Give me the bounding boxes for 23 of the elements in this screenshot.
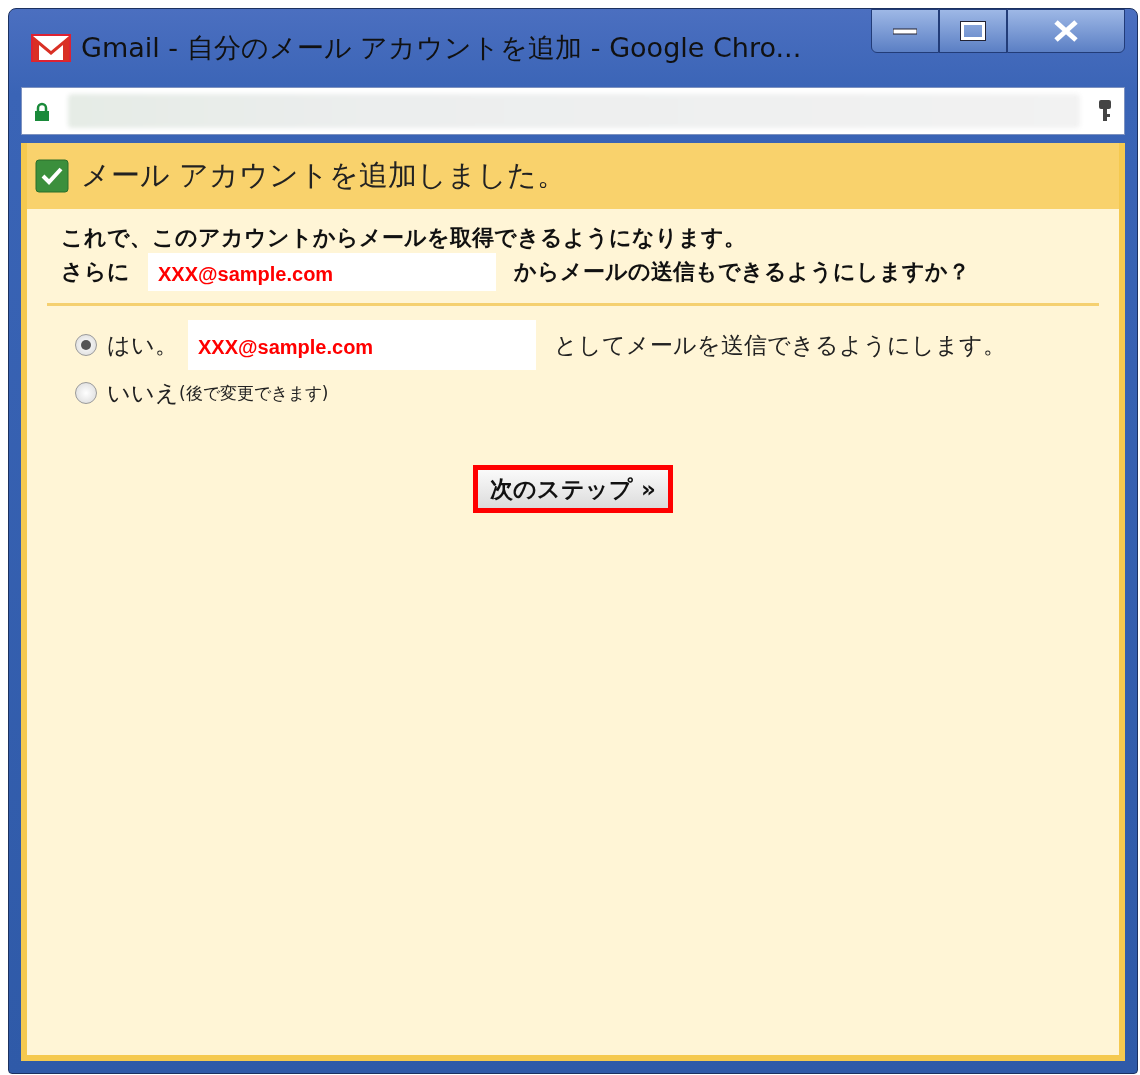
option-label: としてメールを送信できるようにします。: [554, 330, 1006, 360]
radio-button[interactable]: [75, 382, 97, 405]
window-title: Gmail - 自分のメール アカウントを追加 - Google Chro...: [81, 30, 802, 65]
message-text: さらに: [61, 258, 130, 286]
close-icon: [1053, 20, 1079, 42]
option-note: (後で変更できます): [179, 381, 329, 405]
next-step-button[interactable]: 次のステップ »: [473, 464, 673, 513]
email-label: XXX@sample.com: [188, 320, 536, 370]
option-label: いいえ: [107, 379, 179, 408]
close-button[interactable]: [1007, 9, 1125, 53]
address-bar[interactable]: [21, 87, 1125, 135]
email-label: XXX@sample.com: [148, 253, 496, 291]
maximize-icon: [960, 21, 986, 41]
message-text: これで、このアカウントからメールを取得できるようになります。: [60, 224, 747, 252]
minimize-icon: [893, 27, 917, 35]
minimize-button[interactable]: [871, 9, 939, 53]
maximize-button[interactable]: [939, 9, 1007, 53]
message-text: からメールの送信もできるようにしますか？: [514, 258, 970, 286]
option-label: はい。: [107, 330, 178, 360]
banner-text: メール アカウントを追加しました。: [81, 157, 567, 195]
mail-icon: [31, 33, 71, 63]
key-icon: [1098, 99, 1112, 123]
radio-button[interactable]: [75, 334, 97, 356]
